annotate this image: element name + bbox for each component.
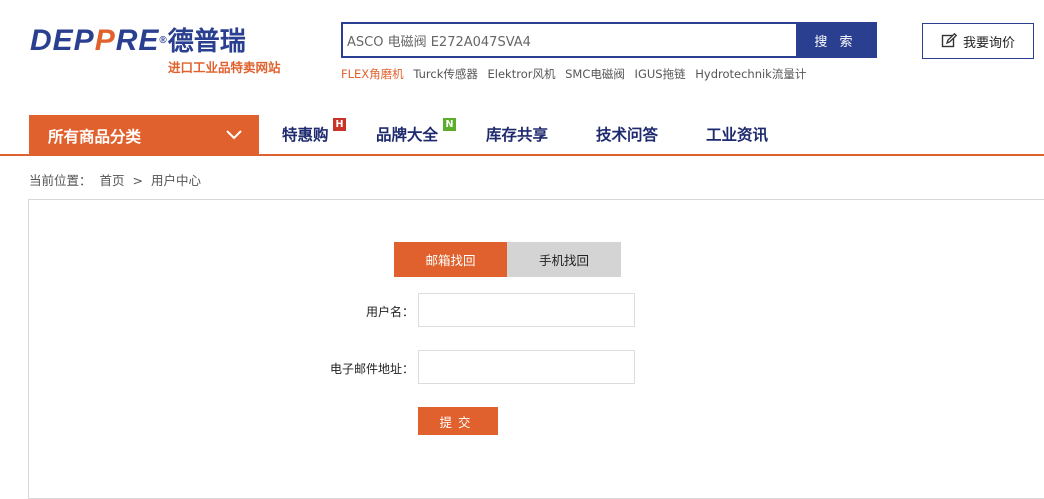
username-field[interactable] bbox=[418, 293, 635, 327]
search-input[interactable] bbox=[343, 24, 796, 56]
hot-search-links: FLEX角磨机 Turck传感器 Elektror风机 SMC电磁阀 IGUS拖… bbox=[341, 66, 812, 82]
tab-email-recovery[interactable]: 邮箱找回 bbox=[394, 242, 507, 277]
nav-item-brands[interactable]: 品牌大全 bbox=[376, 115, 438, 154]
logo-brand-part3: RE bbox=[115, 24, 160, 57]
logo-registered-mark: ® bbox=[159, 35, 168, 46]
logo-tagline: 进口工业品特卖网站 bbox=[168, 60, 281, 75]
nav-item-news[interactable]: 工业资讯 bbox=[706, 115, 768, 154]
search-button[interactable]: 搜 索 bbox=[796, 24, 875, 56]
nav-item-inventory-label: 库存共享 bbox=[486, 126, 549, 144]
logo-brand-part2: P bbox=[94, 24, 116, 57]
email-label: 电子邮件地址： bbox=[329, 362, 414, 376]
new-badge: N bbox=[443, 118, 456, 131]
nav-item-inventory[interactable]: 库存共享 bbox=[486, 115, 548, 154]
breadcrumb-prefix: 当前位置： bbox=[29, 173, 92, 188]
inquiry-button[interactable]: 我要询价 bbox=[922, 23, 1034, 59]
breadcrumb-home[interactable]: 首页 bbox=[100, 173, 125, 188]
main-nav: 所有商品分类 特惠购 H 品牌大全 N 库存共享 技术问答 工业资讯 bbox=[0, 115, 1044, 156]
username-label: 用户名： bbox=[365, 305, 414, 319]
breadcrumb: 当前位置： 首页 > 用户中心 bbox=[29, 170, 205, 189]
logo-chinese-name: 德普瑞 bbox=[167, 27, 246, 57]
breadcrumb-separator: > bbox=[132, 173, 143, 188]
breadcrumb-current: 用户中心 bbox=[150, 173, 201, 188]
nav-item-tech-qa-label: 技术问答 bbox=[596, 126, 659, 144]
email-field[interactable] bbox=[418, 350, 635, 384]
nav-item-tech-qa[interactable]: 技术问答 bbox=[596, 115, 658, 154]
edit-icon bbox=[941, 33, 957, 48]
nav-item-deals[interactable]: 特惠购 bbox=[282, 115, 329, 154]
nav-item-news-label: 工业资讯 bbox=[706, 126, 769, 144]
chevron-down-icon bbox=[226, 130, 242, 140]
nav-item-brands-label: 品牌大全 bbox=[376, 126, 439, 144]
all-categories-menu[interactable]: 所有商品分类 bbox=[29, 115, 259, 156]
all-categories-label: 所有商品分类 bbox=[48, 127, 142, 146]
nav-item-deals-label: 特惠购 bbox=[282, 126, 329, 144]
logo-wordmark: DEPPRE®德普瑞 bbox=[30, 24, 246, 59]
hot-link-flex[interactable]: FLEX角磨机 bbox=[341, 67, 404, 81]
hot-link-elektror[interactable]: Elektror风机 bbox=[488, 67, 556, 81]
tab-phone-recovery[interactable]: 手机找回 bbox=[507, 242, 621, 277]
hot-link-turck[interactable]: Turck传感器 bbox=[413, 67, 478, 81]
search-bar: 搜 索 bbox=[341, 22, 877, 58]
logo-brand-part1: DEP bbox=[30, 24, 95, 57]
inquiry-button-label: 我要询价 bbox=[962, 35, 1015, 51]
hot-link-igus[interactable]: IGUS拖链 bbox=[635, 67, 686, 81]
hot-link-hydrotechnik[interactable]: Hydrotechnik流量计 bbox=[695, 67, 806, 81]
hot-badge: H bbox=[333, 118, 346, 131]
submit-button[interactable]: 提交 bbox=[418, 407, 498, 435]
site-logo[interactable]: DEPPRE®德普瑞 进口工业品特卖网站 bbox=[30, 24, 310, 75]
hot-link-smc[interactable]: SMC电磁阀 bbox=[565, 67, 625, 81]
